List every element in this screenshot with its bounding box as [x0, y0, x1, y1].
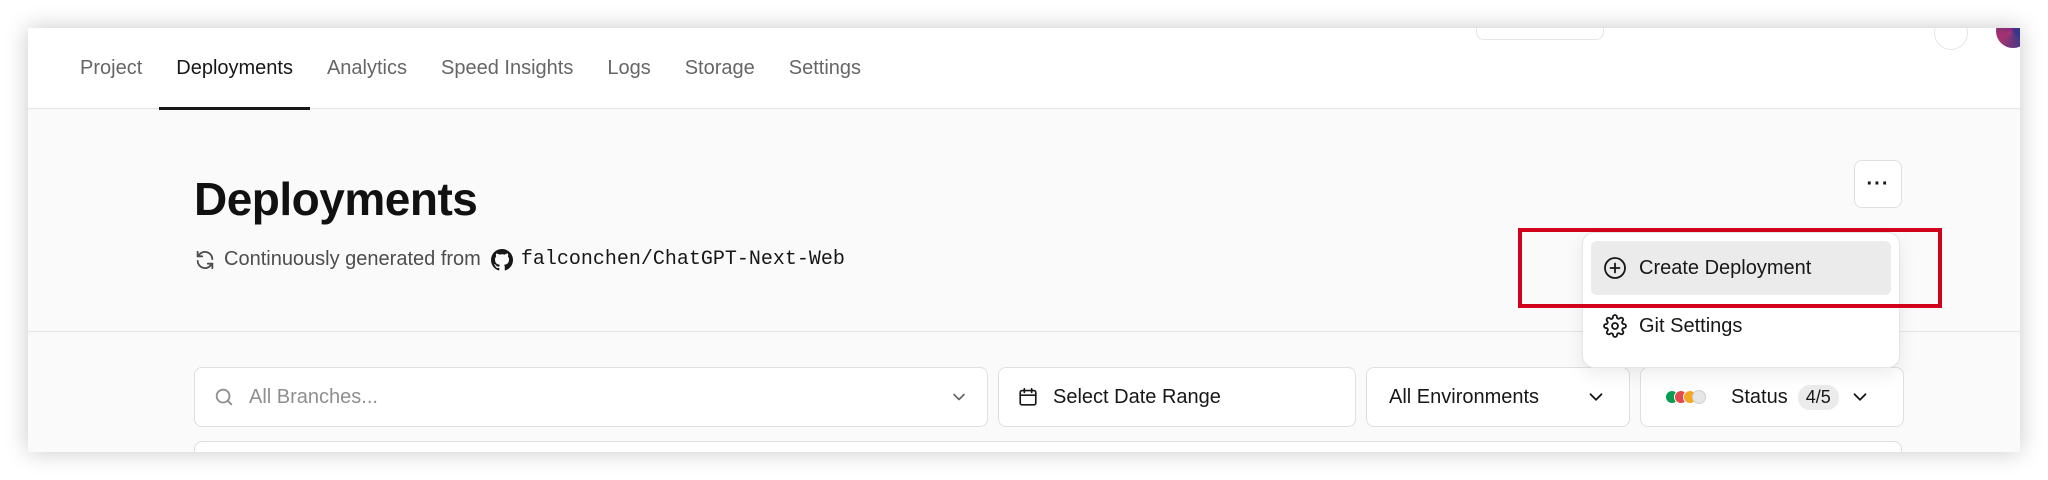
chevron-down-icon	[1585, 386, 1607, 408]
environment-label: All Environments	[1389, 385, 1540, 408]
date-range-picker[interactable]: Select Date Range	[998, 367, 1356, 427]
branch-search-input[interactable]: All Branches...	[194, 367, 988, 427]
status-filter[interactable]: Status 4/5	[1640, 367, 1904, 427]
git-settings-label: Git Settings	[1639, 314, 1743, 337]
avatar[interactable]	[1996, 28, 2020, 48]
tab-storage[interactable]: Storage	[668, 28, 772, 109]
status-count-badge: 4/5	[1797, 384, 1839, 410]
tab-settings[interactable]: Settings	[772, 28, 878, 109]
chevron-down-icon	[949, 387, 969, 407]
source-prefix: Continuously generated from	[224, 248, 481, 270]
github-icon	[490, 248, 513, 271]
tab-deployments[interactable]: Deployments	[159, 28, 310, 110]
git-settings-menu-item[interactable]: Git Settings	[1591, 299, 1891, 353]
deployment-actions-menu: Create Deployment Git Settings	[1582, 232, 1900, 368]
branch-placeholder: All Branches...	[249, 385, 378, 408]
environment-select[interactable]: All Environments	[1366, 367, 1630, 427]
tab-logs[interactable]: Logs	[590, 28, 667, 109]
gear-icon	[1603, 314, 1627, 338]
browser-window: Project Deployments Analytics Speed Insi…	[28, 28, 2020, 452]
status-label: Status	[1731, 385, 1788, 408]
refresh-icon	[194, 249, 216, 271]
filter-bar: All Branches... Select Date Range All En…	[194, 367, 1904, 427]
source-line: Continuously generated from falconchen/C…	[194, 248, 845, 271]
tab-project[interactable]: Project	[63, 28, 159, 109]
project-tabs: Project Deployments Analytics Speed Insi…	[63, 28, 878, 110]
date-range-label: Select Date Range	[1053, 385, 1221, 408]
search-icon	[213, 386, 235, 408]
plus-circle-icon	[1603, 256, 1627, 280]
more-options-button[interactable]: ···	[1854, 160, 1902, 208]
top-action-button[interactable]	[1476, 28, 1604, 40]
status-dots-icon	[1665, 390, 1713, 404]
top-nav-bar: Project Deployments Analytics Speed Insi…	[28, 28, 2020, 110]
create-deployment-label: Create Deployment	[1639, 256, 1812, 279]
repo-link[interactable]: falconchen/ChatGPT-Next-Web	[521, 248, 845, 271]
tab-analytics[interactable]: Analytics	[310, 28, 424, 109]
chevron-down-icon	[1849, 386, 1871, 408]
page-title: Deployments	[194, 173, 478, 225]
create-deployment-menu-item[interactable]: Create Deployment	[1591, 241, 1891, 295]
deployments-list	[194, 441, 1902, 452]
calendar-icon	[1017, 386, 1039, 408]
top-icon-button[interactable]	[1934, 28, 1968, 50]
tab-speed-insights[interactable]: Speed Insights	[424, 28, 590, 109]
